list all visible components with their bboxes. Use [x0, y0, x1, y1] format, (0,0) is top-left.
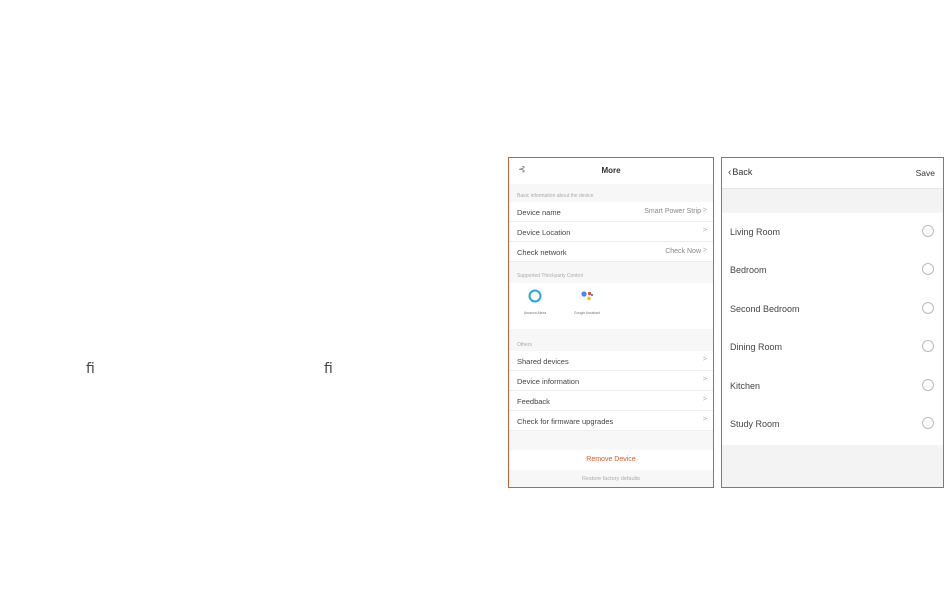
row-label: Device Location [517, 228, 571, 237]
row-label: Check network [517, 248, 567, 257]
section-header-others: Others [517, 342, 533, 348]
room-label: Study Room [730, 419, 780, 429]
restore-factory-defaults-link[interactable]: Restore factory defaults [509, 476, 713, 482]
radio-button[interactable] [922, 417, 934, 429]
room-option-living-room[interactable]: Living Room [722, 213, 943, 251]
row-shared-devices[interactable]: Shared devices > [509, 351, 713, 371]
room-select-screen: ‹Back Save Living Room Bedroom Second Be… [721, 157, 944, 488]
row-label: Check for firmware upgrades [517, 417, 614, 426]
row-label: Device information [517, 377, 580, 386]
row-label: Shared devices [517, 357, 569, 366]
alexa-item[interactable]: Amazon Alexa [515, 289, 555, 315]
room-label: Living Room [730, 227, 781, 237]
room-label: Bedroom [730, 265, 767, 275]
google-assistant-caption: Google Assistant [573, 311, 601, 315]
room-option-second-bedroom[interactable]: Second Bedroom [722, 290, 943, 328]
room-list: Living Room Bedroom Second Bedroom Dinin… [722, 213, 943, 445]
radio-button[interactable] [922, 225, 934, 237]
rooms-header: ‹Back Save [722, 158, 943, 189]
row-value: Check Now [665, 248, 701, 255]
chevron-right-icon: > [702, 396, 707, 403]
chevron-left-icon: ‹ [728, 167, 732, 178]
room-option-dining-room[interactable]: Dining Room [722, 328, 943, 366]
alexa-caption: Amazon Alexa [523, 311, 547, 315]
save-button[interactable]: Save [916, 168, 935, 178]
row-device-location[interactable]: Device Location > [509, 222, 713, 242]
back-label: Back [732, 167, 753, 177]
chevron-right-icon: > [702, 356, 707, 363]
stray-glyph: ﬁ [86, 361, 95, 377]
room-option-kitchen[interactable]: Kitchen [722, 367, 943, 405]
row-check-network[interactable]: Check network Check Now > [509, 242, 713, 262]
room-option-study-room[interactable]: Study Room [722, 405, 943, 443]
radio-button[interactable] [922, 263, 934, 275]
chevron-right-icon: > [702, 207, 707, 214]
page-title: More [601, 166, 621, 175]
row-device-information[interactable]: Device information > [509, 371, 713, 391]
row-label: Feedback [517, 397, 550, 406]
back-button[interactable]: ‹Back [728, 167, 752, 178]
chevron-right-icon: > [702, 376, 707, 383]
chevron-right-icon: > [702, 227, 707, 234]
room-option-bedroom[interactable]: Bedroom [722, 251, 943, 289]
radio-button[interactable] [922, 340, 934, 352]
row-feedback[interactable]: Feedback > [509, 391, 713, 411]
row-firmware-upgrades[interactable]: Check for firmware upgrades > [509, 411, 713, 431]
stray-glyph: ﬁ [324, 361, 333, 377]
radio-button[interactable] [922, 302, 934, 314]
alexa-icon [528, 289, 542, 303]
more-screen: ⊰ More Basic information about the devic… [508, 157, 714, 488]
row-value: Smart Power Strip [644, 208, 701, 215]
more-header: ⊰ More [509, 158, 713, 184]
row-label: Device name [517, 208, 561, 217]
room-label: Kitchen [730, 381, 761, 391]
google-assistant-icon [581, 291, 594, 301]
chevron-right-icon: > [702, 416, 707, 423]
section-header-third-party: Supported Third-party Control [517, 273, 584, 279]
chevron-right-icon: > [702, 247, 707, 254]
room-label: Dining Room [730, 342, 783, 352]
radio-button[interactable] [922, 379, 934, 391]
row-device-name[interactable]: Device name Smart Power Strip > [509, 202, 713, 222]
third-party-panel: Amazon Alexa Google Assistant [509, 283, 713, 329]
room-label: Second Bedroom [730, 304, 800, 314]
google-assistant-item[interactable]: Google Assistant [567, 289, 607, 315]
section-header-basic: Basic information about the device [517, 193, 594, 199]
remove-device-button[interactable]: Remove Device [509, 450, 713, 470]
